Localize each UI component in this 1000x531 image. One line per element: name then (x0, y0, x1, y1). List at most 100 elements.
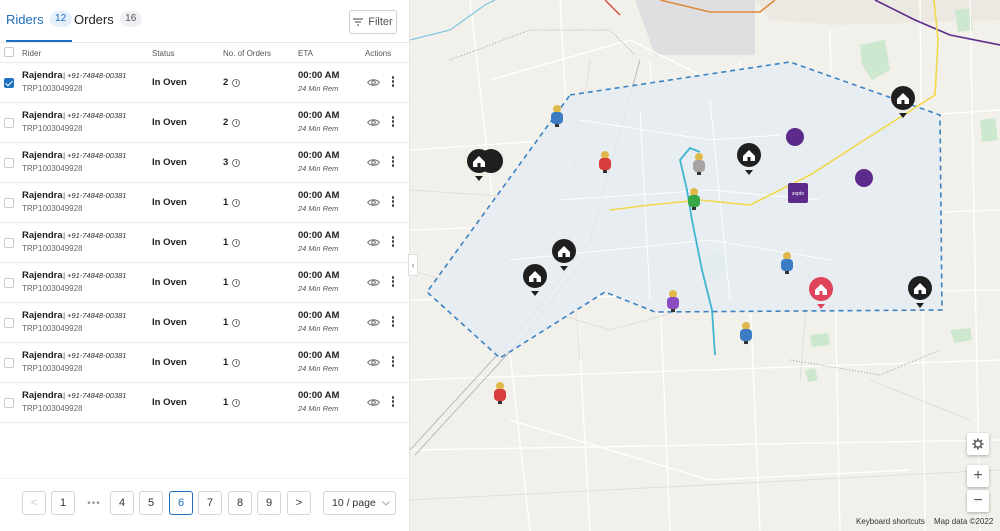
rider-eta: 00:00 AM (298, 270, 340, 281)
riders-table-body: Rajendra | +91-74848-00381 TRP1003049928 In… (0, 63, 410, 423)
more-options-icon[interactable] (390, 76, 396, 88)
row-checkbox[interactable] (4, 238, 14, 248)
rider-status: In Oven (152, 157, 187, 168)
rider-name: Rajendra (22, 310, 63, 321)
eye-icon[interactable] (367, 158, 380, 167)
table-row[interactable]: Rajendra | +91-74848-00381 TRP1003049928 In… (0, 263, 410, 303)
more-options-icon[interactable] (390, 196, 396, 208)
eye-icon[interactable] (367, 278, 380, 287)
riders-panel: Riders 12 Orders 16 Filter Rider Status … (0, 0, 410, 531)
row-checkbox[interactable] (4, 318, 14, 328)
eye-icon[interactable] (367, 238, 380, 247)
info-icon[interactable] (232, 238, 241, 247)
rider-phone: | +91-74848-00381 (63, 271, 127, 280)
more-options-icon[interactable] (390, 316, 396, 328)
rider-eta: 00:00 AM (298, 150, 340, 161)
rider-name: Rajendra (22, 70, 63, 81)
more-options-icon[interactable] (390, 276, 396, 288)
info-icon[interactable] (232, 358, 241, 367)
collapse-panel-button[interactable]: ‹ (408, 254, 418, 276)
table-row[interactable]: Rajendra | +91-74848-00381 TRP1003049928 In… (0, 343, 410, 383)
rider-orders-count: 2 (223, 77, 229, 88)
table-row[interactable]: Rajendra | +91-74848-00381 TRP1003049928 In… (0, 183, 410, 223)
chevron-down-icon (381, 500, 390, 506)
more-options-icon[interactable] (390, 396, 396, 408)
row-checkbox[interactable] (4, 398, 14, 408)
eye-icon[interactable] (367, 198, 380, 207)
filter-button[interactable]: Filter (349, 10, 397, 34)
column-actions: Actions (365, 49, 392, 58)
info-icon[interactable] (232, 318, 241, 327)
rider-orders-count: 1 (223, 397, 229, 408)
page-size-select[interactable]: 10 / page (323, 491, 396, 515)
rider-status: In Oven (152, 397, 187, 408)
app-root: Riders 12 Orders 16 Filter Rider Status … (0, 0, 1000, 531)
page-button-8[interactable]: 8 (228, 491, 252, 515)
rider-status: In Oven (152, 117, 187, 128)
store-icon[interactable] (855, 169, 873, 187)
pagination: < 1 ••• 4 5 6 7 8 9 > 10 / page (0, 478, 410, 531)
rider-orders-count: 1 (223, 317, 229, 328)
info-icon[interactable] (232, 118, 241, 127)
page-button-1[interactable]: 1 (51, 491, 75, 515)
rider-orders: 1 (223, 197, 241, 208)
next-page-button[interactable]: > (287, 491, 311, 515)
info-icon[interactable] (232, 158, 241, 167)
map-canvas[interactable]: zepto (410, 0, 1000, 531)
eye-icon[interactable] (367, 358, 380, 367)
zoom-in-button[interactable]: + (967, 465, 989, 487)
table-row[interactable]: Rajendra | +91-74848-00381 TRP1003049928 In… (0, 383, 410, 423)
row-checkbox[interactable] (4, 118, 14, 128)
table-row[interactable]: Rajendra | +91-74848-00381 TRP1003049928 In… (0, 143, 410, 183)
tab-orders[interactable]: Orders 16 (74, 11, 142, 42)
rider-trip-id: TRP1003049928 (22, 244, 83, 253)
zoom-out-button[interactable]: − (967, 490, 989, 512)
keyboard-shortcuts-link[interactable]: Keyboard shortcuts (856, 517, 925, 526)
row-checkbox[interactable] (4, 198, 14, 208)
more-options-icon[interactable] (390, 116, 396, 128)
pagination-ellipsis[interactable]: ••• (86, 491, 102, 515)
select-all-checkbox[interactable] (4, 47, 14, 57)
eye-icon[interactable] (367, 78, 380, 87)
page-button-7[interactable]: 7 (198, 491, 222, 515)
rider-phone: | +91-74848-00381 (63, 71, 127, 80)
rider-orders-count: 2 (223, 117, 229, 128)
column-orders: No. of Orders (223, 49, 272, 58)
eye-icon[interactable] (367, 398, 380, 407)
tab-riders-count: 12 (49, 11, 72, 27)
prev-page-button[interactable]: < (22, 491, 46, 515)
eye-icon[interactable] (367, 318, 380, 327)
eye-icon[interactable] (367, 118, 380, 127)
map-view[interactable]: zepto + − Keyboard shortcuts Map data ©2… (410, 0, 1000, 531)
page-button-6[interactable]: 6 (169, 491, 193, 515)
table-row[interactable]: Rajendra | +91-74848-00381 TRP1003049928 In… (0, 63, 410, 103)
table-row[interactable]: Rajendra | +91-74848-00381 TRP1003049928 In… (0, 103, 410, 143)
page-button-9[interactable]: 9 (257, 491, 281, 515)
row-checkbox[interactable] (4, 158, 14, 168)
table-row[interactable]: Rajendra | +91-74848-00381 TRP1003049928 In… (0, 303, 410, 343)
store-label: zepto (792, 191, 804, 197)
tab-riders[interactable]: Riders 12 (6, 11, 72, 42)
rider-eta-remaining: 24 Min Rem (298, 364, 339, 373)
row-checkbox[interactable] (4, 78, 14, 88)
page-button-4[interactable]: 4 (110, 491, 134, 515)
rider-orders-count: 3 (223, 157, 229, 168)
tab-orders-count: 16 (119, 11, 142, 27)
row-checkbox[interactable] (4, 358, 14, 368)
more-options-icon[interactable] (390, 236, 396, 248)
info-icon[interactable] (232, 278, 241, 287)
rider-trip-id: TRP1003049928 (22, 404, 83, 413)
more-options-icon[interactable] (390, 156, 396, 168)
rider-eta: 00:00 AM (298, 310, 340, 321)
page-button-5[interactable]: 5 (139, 491, 163, 515)
info-icon[interactable] (232, 78, 241, 87)
info-icon[interactable] (232, 398, 241, 407)
rider-eta: 00:00 AM (298, 390, 340, 401)
row-checkbox[interactable] (4, 278, 14, 288)
store-icon[interactable] (786, 128, 804, 146)
rider-name: Rajendra (22, 150, 63, 161)
table-row[interactable]: Rajendra | +91-74848-00381 TRP1003049928 In… (0, 223, 410, 263)
info-icon[interactable] (232, 198, 241, 207)
map-settings-button[interactable] (967, 433, 989, 455)
more-options-icon[interactable] (390, 356, 396, 368)
